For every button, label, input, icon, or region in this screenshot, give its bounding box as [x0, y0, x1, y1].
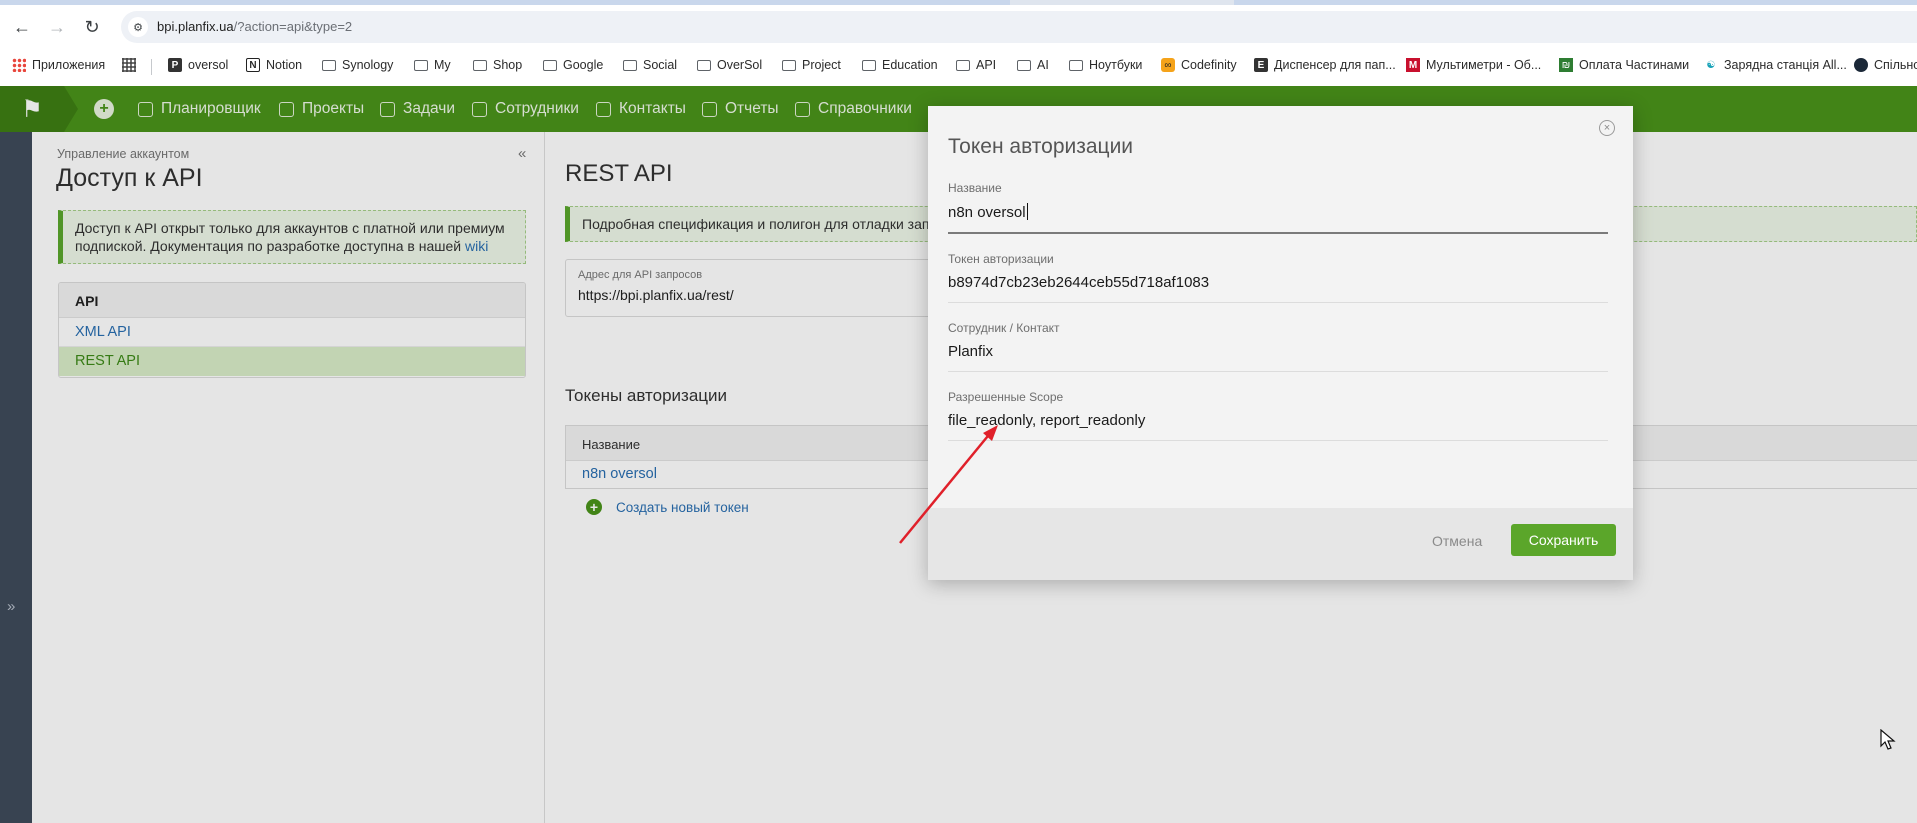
bookmark-google[interactable]: Google	[543, 55, 603, 75]
save-button[interactable]: Сохранить	[1511, 524, 1616, 556]
codefinity-icon: ∞	[1161, 58, 1175, 72]
folder-icon	[862, 59, 876, 71]
bookmark-education[interactable]: Education	[862, 55, 938, 75]
name-input[interactable]: n8n oversol	[948, 203, 1608, 234]
bookmark-multimeter[interactable]: M Мультиметри - Об...	[1406, 55, 1541, 75]
mouse-cursor-icon	[1880, 729, 1896, 750]
employee-contact-value[interactable]: Planfix	[948, 343, 1608, 372]
folder-icon	[1017, 59, 1031, 71]
folder-icon	[697, 59, 711, 71]
bookmark-notebooks[interactable]: Ноутбуки	[1069, 55, 1142, 75]
bookmark-synology[interactable]: Synology	[322, 55, 393, 75]
tab-other[interactable]	[1234, 0, 1917, 5]
dispenser-icon: E	[1254, 58, 1268, 72]
token-modal: × Токен авторизации Название n8n oversol…	[928, 106, 1633, 580]
apps-icon	[12, 58, 26, 72]
employee-contact-label: Сотрудник / Контакт	[948, 321, 1060, 335]
bookmark-api[interactable]: API	[956, 55, 996, 75]
bookmark-notion[interactable]: N Notion	[246, 55, 302, 75]
bookmark-dispenser[interactable]: E Диспенсер для пап...	[1254, 55, 1396, 75]
bookmark-oversol-folder[interactable]: OverSol	[697, 55, 762, 75]
multimeter-icon: M	[1406, 58, 1420, 72]
text-caret	[1026, 203, 1028, 220]
steam-icon	[1854, 58, 1868, 72]
charging-icon: ☯	[1706, 59, 1716, 71]
token-field: Токен авторизации b8974d7cb23eb2644ceb55…	[948, 252, 1608, 303]
bookmark-steam[interactable]: Спільно	[1854, 55, 1917, 75]
back-icon[interactable]: ←	[8, 13, 36, 41]
modal-footer: Отмена Сохранить	[928, 508, 1633, 580]
bookmarks-bar: Приложения Poversol N Notion Synology My …	[0, 51, 1917, 78]
name-field[interactable]: Название n8n oversol	[948, 181, 1608, 234]
folder-icon	[1069, 59, 1083, 71]
address-bar[interactable]: ⚙ bpi.planfix.ua/?action=api&type=2	[121, 11, 1917, 43]
folder-icon	[543, 59, 557, 71]
folder-icon	[322, 59, 336, 71]
bookmark-grid[interactable]	[122, 55, 142, 75]
modal-title: Токен авторизации	[948, 135, 1134, 158]
folder-icon	[414, 59, 428, 71]
grid-icon	[122, 58, 136, 72]
scope-value[interactable]: file_readonly, report_readonly	[948, 412, 1608, 441]
folder-icon	[956, 59, 970, 71]
bookmarks-separator	[151, 59, 152, 75]
bookmark-oversol[interactable]: Poversol	[168, 55, 228, 75]
token-label: Токен авторизации	[948, 252, 1054, 266]
bookmark-payment[interactable]: ₪ Оплата Частинами	[1559, 55, 1689, 75]
folder-icon	[782, 59, 796, 71]
payment-icon: ₪	[1559, 58, 1573, 72]
tab-strip	[0, 0, 1917, 5]
notion-icon: N	[246, 58, 260, 72]
oversol-icon: P	[168, 58, 182, 72]
tab-active[interactable]	[0, 0, 1010, 5]
bookmark-ai[interactable]: AI	[1017, 55, 1049, 75]
bookmark-shop[interactable]: Shop	[473, 55, 522, 75]
browser-chrome: ← → ↻ ⚙ bpi.planfix.ua/?action=api&type=…	[0, 0, 1917, 86]
url-text[interactable]: bpi.planfix.ua/?action=api&type=2	[157, 19, 352, 34]
employee-contact-field: Сотрудник / Контакт Planfix	[948, 321, 1608, 372]
folder-icon	[623, 59, 637, 71]
bookmark-charging[interactable]: ☯ Зарядна станція All...	[1704, 55, 1847, 75]
token-value[interactable]: b8974d7cb23eb2644ceb55d718af1083	[948, 274, 1608, 303]
forward-icon[interactable]: →	[43, 13, 71, 41]
name-label: Название	[948, 181, 1002, 195]
folder-icon	[473, 59, 487, 71]
bookmark-social[interactable]: Social	[623, 55, 677, 75]
reload-icon[interactable]: ↻	[78, 13, 106, 41]
bookmark-my[interactable]: My	[414, 55, 451, 75]
bookmark-apps[interactable]: Приложения	[12, 55, 105, 75]
scope-field: Разрешенные Scope file_readonly, report_…	[948, 390, 1608, 441]
bookmark-project[interactable]: Project	[782, 55, 841, 75]
site-settings-icon[interactable]: ⚙	[128, 17, 148, 37]
scope-label: Разрешенные Scope	[948, 390, 1064, 404]
bookmark-codefinity[interactable]: ∞ Codefinity	[1161, 55, 1237, 75]
close-icon[interactable]: ×	[1599, 120, 1615, 136]
cancel-button[interactable]: Отмена	[1432, 533, 1482, 549]
